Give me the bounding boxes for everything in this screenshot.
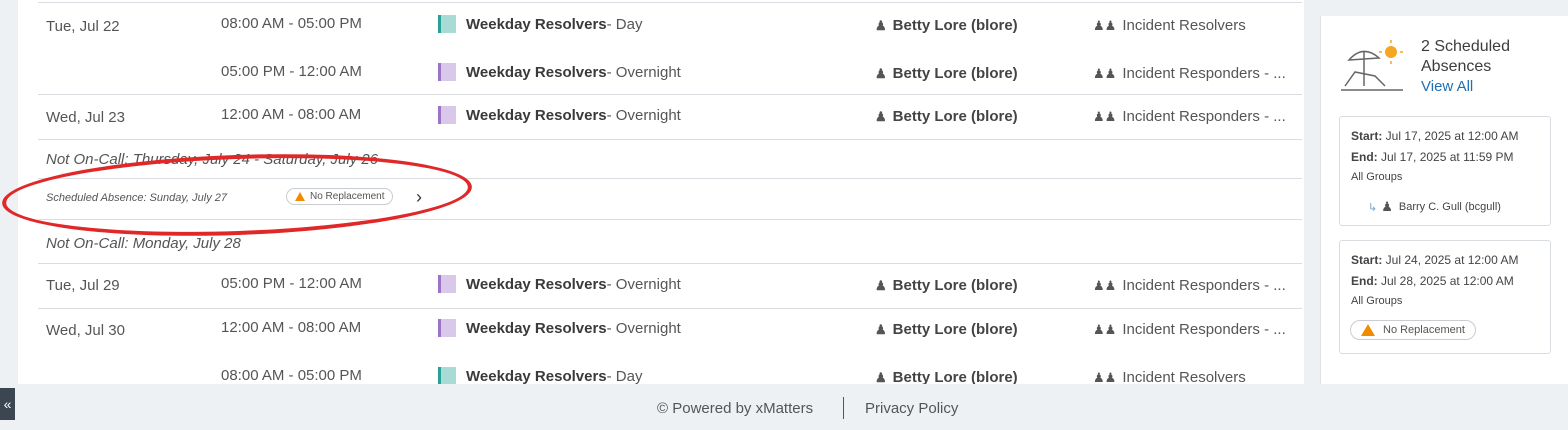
row-time: 05:00 PM - 12:00 AM <box>221 63 362 80</box>
person-icon: ♟ <box>875 108 887 124</box>
group-name: Incident Responders - ... <box>1122 277 1286 294</box>
row-time: 08:00 AM - 05:00 PM <box>221 367 362 384</box>
table-row: Wed, Jul 30 12:00 AM - 08:00 AM Weekday … <box>38 308 1302 386</box>
table-row: Wed, Jul 23 12:00 AM - 08:00 AM Weekday … <box>38 94 1302 139</box>
schedule-link[interactable]: Weekday Resolvers - Overnight <box>438 106 681 124</box>
table-row: Tue, Jul 22 08:00 AM - 05:00 PM Weekday … <box>38 2 1302 94</box>
beach-chair-icon <box>1341 40 1403 91</box>
replacement-name: Barry C. Gull (bcgull) <box>1398 201 1501 213</box>
person-link[interactable]: ♟ Betty Lore (blore) <box>875 17 1018 34</box>
schedule-color-swatch <box>438 319 456 337</box>
start-label: Start: <box>1351 129 1383 143</box>
schedule-color-swatch <box>438 367 456 385</box>
schedule-name: Weekday Resolvers <box>466 63 607 81</box>
schedule-shift: - Day <box>606 15 643 33</box>
group-name: Incident Responders - ... <box>1122 321 1286 338</box>
row-time: 12:00 AM - 08:00 AM <box>221 319 362 336</box>
end-label: End: <box>1351 274 1378 288</box>
schedule-shift: - Overnight <box>606 319 681 337</box>
schedule-color-swatch <box>438 63 456 81</box>
double-chevron-left-icon[interactable]: « <box>0 388 15 420</box>
table-row: Tue, Jul 29 05:00 PM - 12:00 AM Weekday … <box>38 263 1302 308</box>
footer-divider <box>843 397 844 419</box>
replacement-person: ↳ ♟ Barry C. Gull (bcgull) <box>1368 199 1501 215</box>
row-date: Wed, Jul 23 <box>46 109 125 126</box>
powered-by-text: © Powered by xMatters <box>657 400 814 417</box>
person-icon: ♟ <box>875 65 887 81</box>
schedule-color-swatch <box>438 275 456 293</box>
schedule-name: Weekday Resolvers <box>466 106 607 124</box>
schedule-name: Weekday Resolvers <box>466 275 607 293</box>
start-label: Start: <box>1351 253 1383 267</box>
group-link[interactable]: ♟♟ Incident Resolvers <box>1093 17 1246 34</box>
row-time: 08:00 AM - 05:00 PM <box>221 15 362 32</box>
group-link[interactable]: ♟♟ Incident Responders - ... <box>1093 277 1286 294</box>
group-icon: ♟♟ <box>1093 277 1117 293</box>
schedule-link[interactable]: Weekday Resolvers - Day <box>438 15 642 33</box>
scheduled-absences-panel: 2 Scheduled Absences View All Start: Jul… <box>1320 16 1568 384</box>
person-name: Betty Lore (blore) <box>892 321 1018 338</box>
schedule-shift: - Day <box>606 367 643 385</box>
group-icon: ♟♟ <box>1093 17 1117 33</box>
replacement-arrow-icon: ↳ <box>1368 201 1378 214</box>
group-name: Incident Responders - ... <box>1122 108 1286 125</box>
group-name: Incident Responders - ... <box>1122 65 1286 82</box>
person-icon: ♟ <box>875 321 887 337</box>
schedule-shift: - Overnight <box>606 63 681 81</box>
group-icon: ♟♟ <box>1093 321 1117 337</box>
person-link[interactable]: ♟ Betty Lore (blore) <box>875 108 1018 125</box>
schedule-color-swatch <box>438 15 456 33</box>
schedule-shift: - Overnight <box>606 106 681 124</box>
person-icon: ♟ <box>1381 199 1393 214</box>
person-link[interactable]: ♟ Betty Lore (blore) <box>875 321 1018 338</box>
schedule-name: Weekday Resolvers <box>466 367 607 385</box>
row-date: Tue, Jul 29 <box>46 277 120 294</box>
footer: © Powered by xMatters Privacy Policy <box>0 384 1568 430</box>
schedule-color-swatch <box>438 106 456 124</box>
person-icon: ♟ <box>875 17 887 33</box>
groups-value: All Groups <box>1351 171 1403 183</box>
view-all-link[interactable]: View All <box>1421 78 1473 95</box>
row-time: 05:00 PM - 12:00 AM <box>221 275 362 292</box>
not-oncall-text: Not On-Call: Monday, July 28 <box>46 235 241 252</box>
schedule-link[interactable]: Weekday Resolvers - Day <box>438 367 642 385</box>
start-value: Jul 17, 2025 at 12:00 AM <box>1382 129 1519 143</box>
end-label: End: <box>1351 150 1378 164</box>
group-icon: ♟♟ <box>1093 65 1117 81</box>
schedule-name: Weekday Resolvers <box>466 319 607 337</box>
person-link[interactable]: ♟ Betty Lore (blore) <box>875 65 1018 82</box>
schedule-name: Weekday Resolvers <box>466 15 607 33</box>
schedule-link[interactable]: Weekday Resolvers - Overnight <box>438 63 681 81</box>
groups-value: All Groups <box>1351 295 1403 307</box>
group-link[interactable]: ♟♟ Incident Responders - ... <box>1093 65 1286 82</box>
start-value: Jul 24, 2025 at 12:00 AM <box>1382 253 1519 267</box>
person-name: Betty Lore (blore) <box>892 277 1018 294</box>
schedule-link[interactable]: Weekday Resolvers - Overnight <box>438 319 681 337</box>
absence-card[interactable]: Start: Jul 24, 2025 at 12:00 AM End: Jul… <box>1339 240 1551 354</box>
schedule-shift: - Overnight <box>606 275 681 293</box>
person-name: Betty Lore (blore) <box>892 108 1018 125</box>
group-name: Incident Resolvers <box>1122 17 1246 34</box>
absence-card[interactable]: Start: Jul 17, 2025 at 12:00 AM End: Jul… <box>1339 116 1551 226</box>
person-name: Betty Lore (blore) <box>892 65 1018 82</box>
end-value: Jul 17, 2025 at 11:59 PM <box>1377 150 1514 164</box>
row-time: 12:00 AM - 08:00 AM <box>221 106 362 123</box>
absences-title: 2 Scheduled Absences <box>1421 38 1510 75</box>
no-replacement-badge: No Replacement <box>1350 320 1476 340</box>
group-link[interactable]: ♟♟ Incident Responders - ... <box>1093 321 1286 338</box>
warning-icon <box>1361 324 1375 336</box>
person-name: Betty Lore (blore) <box>892 17 1018 34</box>
group-link[interactable]: ♟♟ Incident Responders - ... <box>1093 108 1286 125</box>
row-date: Tue, Jul 22 <box>46 18 120 35</box>
end-value: Jul 28, 2025 at 12:00 AM <box>1377 274 1514 288</box>
person-icon: ♟ <box>875 277 887 293</box>
no-replacement-label: No Replacement <box>1383 324 1465 336</box>
person-link[interactable]: ♟ Betty Lore (blore) <box>875 277 1018 294</box>
group-icon: ♟♟ <box>1093 108 1117 124</box>
schedule-link[interactable]: Weekday Resolvers - Overnight <box>438 275 681 293</box>
privacy-policy-link[interactable]: Privacy Policy <box>865 400 958 417</box>
row-date: Wed, Jul 30 <box>46 322 125 339</box>
